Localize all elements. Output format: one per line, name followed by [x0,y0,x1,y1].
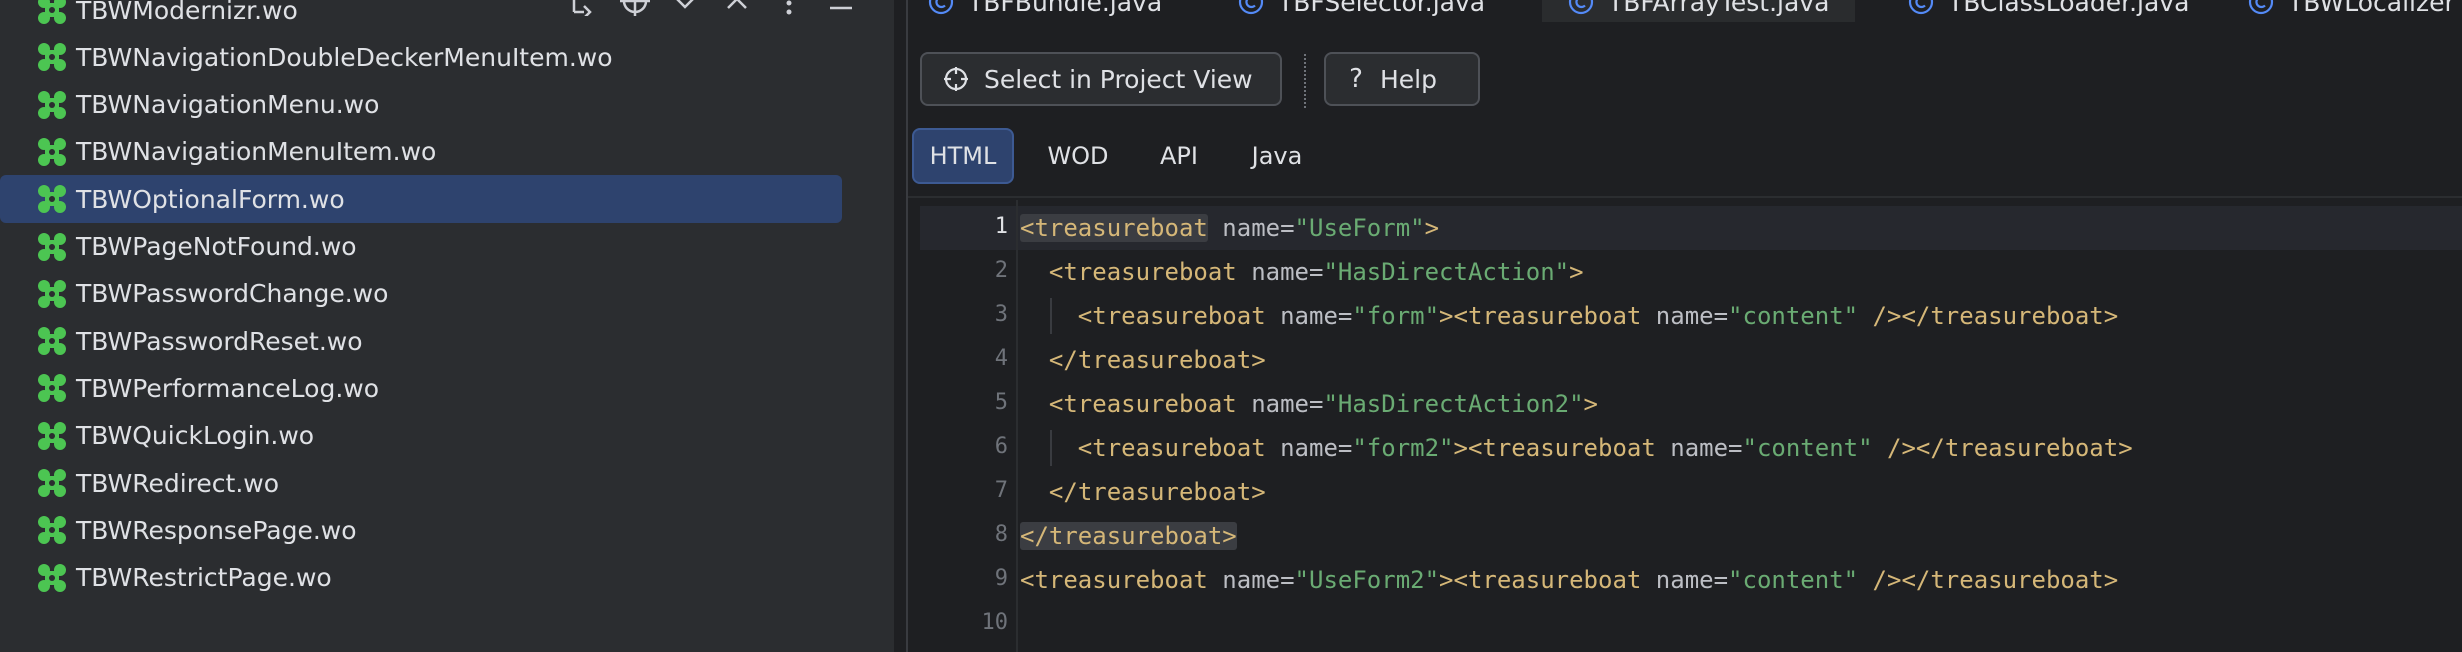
tabs-divider [908,196,2462,198]
line-number: 6 [994,434,1008,459]
file-tab-label: TBClassLoader.java [1948,0,2190,17]
toolbar-separator [1304,54,1308,108]
line-number: 4 [994,346,1008,371]
tree-item-label: TBWNavigationDoubleDeckerMenuItem.wo [76,42,613,72]
wo-component-icon [36,231,68,263]
wo-component-icon [36,0,68,26]
java-class-icon [1238,0,1264,15]
tree-item-label: TBWNavigationMenuItem.wo [76,137,437,167]
wo-component-icon [36,136,68,168]
editor-file-tabs: TBFBundle.java TBFSelector.java TBFArrayTe… [908,0,2462,22]
tree-item[interactable]: TBWResponsePage.wo [0,506,842,554]
wo-component-icon [36,89,68,121]
view-tab-api[interactable]: API [1138,128,1220,184]
view-tab-html[interactable]: HTML [912,128,1014,184]
tree-item[interactable]: TBWNavigationDoubleDeckerMenuItem.wo [0,33,842,81]
file-tab-label: TBWLocalizer [2288,0,2455,17]
java-class-icon [928,0,954,15]
java-class-icon [2248,0,2274,15]
line-number: 9 [994,566,1008,591]
file-tab-label: TBFArrayTest.java [1608,0,1830,17]
code-line: <treasureboat name="UseForm"> [1020,214,1440,242]
tree-item[interactable]: TBWModernizr.wo [0,0,842,34]
tree-item-label: TBWQuickLogin.wo [76,421,315,451]
code-line: <treasureboat name="form"><treasureboat … [1077,302,2119,330]
tree-item-label: TBWPasswordReset.wo [76,326,363,356]
tree-item-label: TBWNavigationMenu.wo [76,90,380,120]
file-tab-label: TBFSelector.java [1278,0,1486,17]
tree-item[interactable]: TBWPageNotFound.wo [0,223,842,271]
tree-item[interactable]: TBWRestrictPage.wo [0,554,842,602]
wo-component-icon [36,183,68,215]
line-number: 8 [994,522,1008,547]
code-line: <treasureboat name="HasDirectAction2"> [1048,390,1598,418]
wo-component-icon [36,562,68,594]
tree-item[interactable]: TBWQuickLogin.wo [0,412,842,460]
wo-component-icon [36,514,68,546]
file-tab[interactable]: TBWLocalizer [2248,0,2455,22]
code-line: </treasureboat> [1048,478,1266,506]
select-in-project-view-button[interactable]: Select in Project View [920,52,1282,106]
code-line: <treasureboat name="HasDirectAction"> [1048,258,1584,286]
tree-item-label: TBWResponsePage.wo [76,515,357,545]
tree-item[interactable]: TBWOptionalForm.wo [0,175,842,224]
indent-guide [1050,430,1052,466]
tree-item-label: TBWModernizr.wo [76,0,298,25]
tree-item[interactable]: TBWPerformanceLog.wo [0,364,842,412]
file-tab[interactable]: TBFArrayTest.java [1542,0,1856,22]
tree-item[interactable]: TBWPasswordChange.wo [0,270,842,318]
line-number: 3 [994,302,1008,327]
view-tab-java[interactable]: Java [1232,128,1322,184]
file-tab[interactable]: TBFBundle.java [928,0,1162,22]
wo-component-icon [36,325,68,357]
question-mark-icon: ? [1349,64,1363,94]
tree-item-label: TBWOptionalForm.wo [76,184,345,214]
java-class-icon [1908,0,1934,15]
project-tree-panel: TBWModernizr.wo TBWNavigationDoubleDecke… [0,0,894,652]
select-in-project-view-label: Select in Project View [984,64,1253,94]
wo-component-icon [36,372,68,404]
panel-splitter[interactable] [894,0,906,652]
help-label: Help [1380,64,1437,94]
indent-guide [1050,298,1052,334]
line-number: 2 [994,258,1008,283]
tree-item-label: TBWPerformanceLog.wo [76,373,380,403]
wo-component-icon [36,41,68,73]
file-tab[interactable]: TBClassLoader.java [1908,0,2189,22]
line-number: 7 [994,478,1008,503]
tree-item-label: TBWPageNotFound.wo [76,232,357,261]
tree-item-label: TBWRestrictPage.wo [76,563,332,593]
code-line: </treasureboat> [1020,522,1237,550]
code-line: <treasureboat name="form2"><treasureboat… [1077,434,2133,462]
code-line: </treasureboat> [1048,346,1266,374]
file-tab[interactable]: TBFSelector.java [1238,0,1485,22]
view-tab-wod[interactable]: WOD [1030,128,1126,184]
file-tab-label: TBFBundle.java [968,0,1163,17]
java-class-icon [1568,0,1594,15]
code-editor[interactable]: 1 2 3 4 5 6 7 8 9 10 <treasureboat name="UseForm"… [908,200,2462,652]
wo-component-icon [36,278,68,310]
tree-item-label: TBWPasswordChange.wo [76,279,389,309]
tree-item[interactable]: TBWPasswordReset.wo [0,317,842,365]
tree-item[interactable]: TBWNavigationMenuItem.wo [0,128,842,176]
code-line: <treasureboat name="UseForm2"><treasureb… [1020,566,2119,594]
line-number-gutter: 1 2 3 4 5 6 7 8 9 10 [920,200,1020,652]
tree-item-label: TBWRedirect.wo [76,468,280,498]
tree-item[interactable]: TBWNavigationMenu.wo [0,81,842,129]
line-number: 10 [981,610,1009,635]
tree-item[interactable]: TBWRedirect.wo [0,459,842,507]
crosshair-icon [944,67,968,91]
help-button[interactable]: ? Help [1324,52,1480,106]
wo-component-icon [36,467,68,499]
editor-panel: TBFBundle.java TBFSelector.java TBFArrayTe… [908,0,2462,652]
line-number: 5 [994,390,1008,415]
line-number: 1 [994,214,1008,239]
gutter-border [1016,200,1018,652]
wo-component-icon [36,420,68,452]
